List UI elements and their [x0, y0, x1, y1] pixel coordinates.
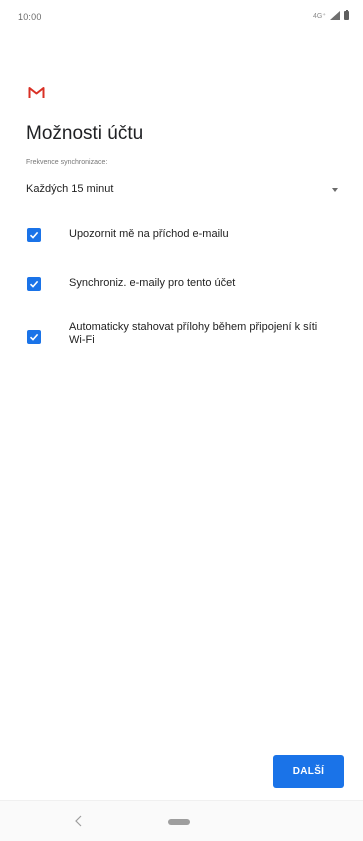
- check-icon: [29, 333, 39, 341]
- network-label: 4G⁺: [312, 12, 326, 20]
- auto-download-attachments-checkbox[interactable]: [27, 330, 41, 344]
- status-icons: 4G⁺: [312, 9, 349, 20]
- navigation-bar: [0, 800, 363, 841]
- notify-new-email-checkbox[interactable]: [27, 228, 41, 242]
- auto-download-attachments-label: Automaticky stahovat přílohy během připo…: [69, 321, 318, 346]
- notify-new-email-option[interactable]: Upozornit mě na příchod e-mailu: [27, 228, 337, 244]
- back-icon[interactable]: [74, 815, 84, 827]
- notify-new-email-label: Upozornit mě na příchod e-mailu: [69, 228, 229, 240]
- status-time: 10:00: [18, 12, 42, 22]
- home-pill-icon[interactable]: [168, 819, 190, 825]
- auto-download-attachments-option[interactable]: Automaticky stahovat přílohy během připo…: [27, 321, 337, 354]
- battery-icon: [344, 9, 349, 20]
- sync-emails-label: Synchroniz. e-maily pro tento účet: [69, 277, 236, 289]
- signal-icon: [330, 11, 340, 20]
- check-icon: [29, 231, 39, 239]
- check-icon: [29, 280, 39, 288]
- gmail-logo-icon: [28, 87, 45, 98]
- sync-frequency-value: Každých 15 minut: [26, 183, 114, 195]
- sync-frequency-dropdown[interactable]: Každých 15 minut: [26, 180, 338, 200]
- sync-emails-option[interactable]: Synchroniz. e-maily pro tento účet: [27, 277, 337, 293]
- next-button[interactable]: DALŠÍ: [273, 755, 344, 788]
- dropdown-arrow-icon: [332, 188, 338, 192]
- sync-emails-checkbox[interactable]: [27, 277, 41, 291]
- sync-frequency-label: Frekvence synchronizace:: [26, 159, 108, 166]
- account-options-screen: 10:00 4G⁺ Možnosti účtu Frekvence synchr…: [0, 0, 363, 841]
- page-title: Možnosti účtu: [26, 123, 144, 144]
- status-bar: 10:00 4G⁺: [0, 0, 363, 36]
